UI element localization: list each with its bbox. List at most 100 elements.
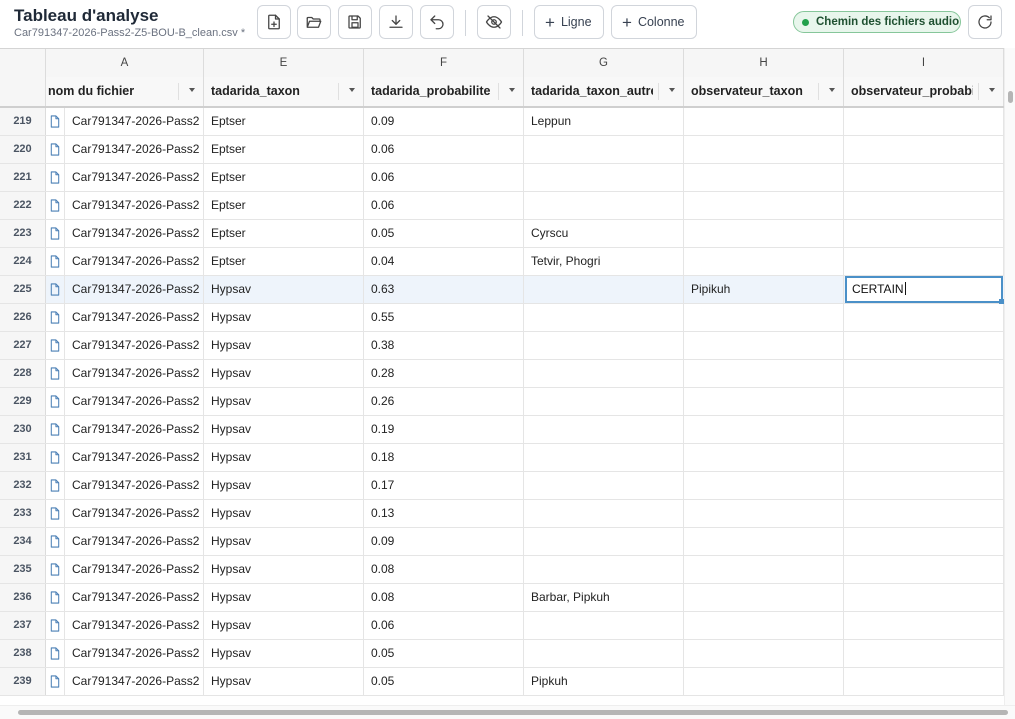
- cell-tadarida-taxon[interactable]: Hypsav: [204, 612, 364, 639]
- cell-tadarida-probabilite[interactable]: 0.55: [364, 304, 524, 331]
- new-file-button[interactable]: [257, 5, 291, 39]
- vertical-scrollbar[interactable]: [1004, 48, 1015, 705]
- cell-tadarida-taxon[interactable]: Hypsav: [204, 444, 364, 471]
- cell-filename[interactable]: Car791347-2026-Pass2: [65, 276, 204, 303]
- cell-tadarida-taxon[interactable]: Hypsav: [204, 360, 364, 387]
- table-row[interactable]: 226 Car791347-2026-Pass2 Hypsav 0.55: [0, 304, 1004, 332]
- cell-filename[interactable]: Car791347-2026-Pass2: [65, 136, 204, 163]
- file-icon[interactable]: [46, 500, 65, 527]
- cell-observateur-probabilite[interactable]: [844, 528, 1004, 555]
- row-number[interactable]: 233: [0, 500, 46, 527]
- cell-tadarida-taxon[interactable]: Eptser: [204, 108, 364, 135]
- cell-observateur-probabilite[interactable]: [844, 360, 1004, 387]
- undo-button[interactable]: [420, 5, 454, 39]
- add-row-button[interactable]: + Ligne: [534, 5, 604, 39]
- column-letter-a[interactable]: A: [46, 49, 204, 77]
- cell-filename[interactable]: Car791347-2026-Pass2: [65, 108, 204, 135]
- cell-tadarida-taxon[interactable]: Hypsav: [204, 388, 364, 415]
- cell-observateur-taxon[interactable]: [684, 584, 844, 611]
- table-row[interactable]: 225 Car791347-2026-Pass2 Hypsav 0.63 Pipikuh…: [0, 276, 1004, 304]
- table-row[interactable]: 227 Car791347-2026-Pass2 Hypsav 0.38: [0, 332, 1004, 360]
- file-icon[interactable]: [46, 304, 65, 331]
- refresh-button[interactable]: [968, 5, 1002, 39]
- file-icon[interactable]: [46, 276, 65, 303]
- cell-tadarida-taxon-autre[interactable]: [524, 192, 684, 219]
- cell-observateur-taxon[interactable]: Pipikuh: [684, 276, 844, 303]
- cell-observateur-taxon[interactable]: [684, 640, 844, 667]
- table-row[interactable]: 232 Car791347-2026-Pass2 Hypsav 0.17: [0, 472, 1004, 500]
- cell-filename[interactable]: Car791347-2026-Pass2: [65, 192, 204, 219]
- row-number[interactable]: 220: [0, 136, 46, 163]
- cell-tadarida-taxon-autre[interactable]: Cyrscu: [524, 220, 684, 247]
- cell-observateur-probabilite[interactable]: [844, 584, 1004, 611]
- cell-tadarida-probabilite[interactable]: 0.05: [364, 668, 524, 695]
- cell-tadarida-taxon-autre[interactable]: [524, 528, 684, 555]
- cell-filename[interactable]: Car791347-2026-Pass2: [65, 612, 204, 639]
- cell-tadarida-probabilite[interactable]: 0.06: [364, 192, 524, 219]
- file-icon[interactable]: [46, 472, 65, 499]
- cell-observateur-probabilite[interactable]: [844, 416, 1004, 443]
- column-letter-h[interactable]: H: [684, 49, 844, 77]
- cell-observateur-probabilite[interactable]: [844, 332, 1004, 359]
- cell-observateur-taxon[interactable]: [684, 220, 844, 247]
- cell-observateur-probabilite[interactable]: [844, 248, 1004, 275]
- row-number[interactable]: 226: [0, 304, 46, 331]
- cell-tadarida-taxon[interactable]: Hypsav: [204, 556, 364, 583]
- cell-observateur-taxon[interactable]: [684, 472, 844, 499]
- save-button[interactable]: [338, 5, 372, 39]
- row-number[interactable]: 239: [0, 668, 46, 695]
- row-number[interactable]: 235: [0, 556, 46, 583]
- cell-observateur-probabilite[interactable]: [844, 500, 1004, 527]
- open-button[interactable]: [297, 5, 331, 39]
- table-row[interactable]: 220 Car791347-2026-Pass2 Eptser 0.06: [0, 136, 1004, 164]
- cell-tadarida-probabilite[interactable]: 0.18: [364, 444, 524, 471]
- cell-tadarida-taxon-autre[interactable]: [524, 276, 684, 303]
- table-row[interactable]: 224 Car791347-2026-Pass2 Eptser 0.04 Tetvir,…: [0, 248, 1004, 276]
- cell-tadarida-probabilite[interactable]: 0.17: [364, 472, 524, 499]
- cell-tadarida-probabilite[interactable]: 0.08: [364, 584, 524, 611]
- cell-tadarida-taxon-autre[interactable]: Pipkuh: [524, 668, 684, 695]
- table-row[interactable]: 221 Car791347-2026-Pass2 Eptser 0.06: [0, 164, 1004, 192]
- table-row[interactable]: 231 Car791347-2026-Pass2 Hypsav 0.18: [0, 444, 1004, 472]
- cell-observateur-taxon[interactable]: [684, 108, 844, 135]
- cell-tadarida-taxon-autre[interactable]: [524, 388, 684, 415]
- row-number[interactable]: 225: [0, 276, 46, 303]
- cell-filename[interactable]: Car791347-2026-Pass2: [65, 668, 204, 695]
- cell-filename[interactable]: Car791347-2026-Pass2: [65, 640, 204, 667]
- file-icon[interactable]: [46, 556, 65, 583]
- cell-tadarida-taxon[interactable]: Hypsav: [204, 640, 364, 667]
- cell-tadarida-taxon[interactable]: Hypsav: [204, 668, 364, 695]
- file-icon[interactable]: [46, 108, 65, 135]
- table-row[interactable]: 235 Car791347-2026-Pass2 Hypsav 0.08: [0, 556, 1004, 584]
- file-icon[interactable]: [46, 248, 65, 275]
- cell-observateur-taxon[interactable]: [684, 528, 844, 555]
- column-letter-i[interactable]: I: [844, 49, 1004, 77]
- file-icon[interactable]: [46, 220, 65, 247]
- cell-tadarida-taxon-autre[interactable]: Tetvir, Phogri: [524, 248, 684, 275]
- row-number[interactable]: 234: [0, 528, 46, 555]
- cell-tadarida-taxon-autre[interactable]: [524, 360, 684, 387]
- cell-tadarida-taxon[interactable]: Hypsav: [204, 528, 364, 555]
- cell-observateur-taxon[interactable]: [684, 304, 844, 331]
- cell-observateur-probabilite[interactable]: [844, 192, 1004, 219]
- cell-observateur-taxon[interactable]: [684, 612, 844, 639]
- cell-tadarida-probabilite[interactable]: 0.05: [364, 640, 524, 667]
- cell-observateur-probabilite[interactable]: [844, 640, 1004, 667]
- row-number[interactable]: 229: [0, 388, 46, 415]
- cell-tadarida-taxon[interactable]: Hypsav: [204, 304, 364, 331]
- cell-observateur-taxon[interactable]: [684, 444, 844, 471]
- file-icon[interactable]: [46, 136, 65, 163]
- cell-filename[interactable]: Car791347-2026-Pass2: [65, 164, 204, 191]
- cell-filename[interactable]: Car791347-2026-Pass2: [65, 556, 204, 583]
- file-icon[interactable]: [46, 528, 65, 555]
- row-number[interactable]: 231: [0, 444, 46, 471]
- cell-tadarida-probabilite[interactable]: 0.19: [364, 416, 524, 443]
- cell-tadarida-taxon[interactable]: Eptser: [204, 220, 364, 247]
- cell-tadarida-taxon[interactable]: Hypsav: [204, 276, 364, 303]
- cell-tadarida-taxon-autre[interactable]: [524, 332, 684, 359]
- table-row[interactable]: 222 Car791347-2026-Pass2 Eptser 0.06: [0, 192, 1004, 220]
- cell-filename[interactable]: Car791347-2026-Pass2: [65, 472, 204, 499]
- row-number[interactable]: 224: [0, 248, 46, 275]
- row-number[interactable]: 238: [0, 640, 46, 667]
- vertical-scroll-thumb[interactable]: [1008, 91, 1013, 103]
